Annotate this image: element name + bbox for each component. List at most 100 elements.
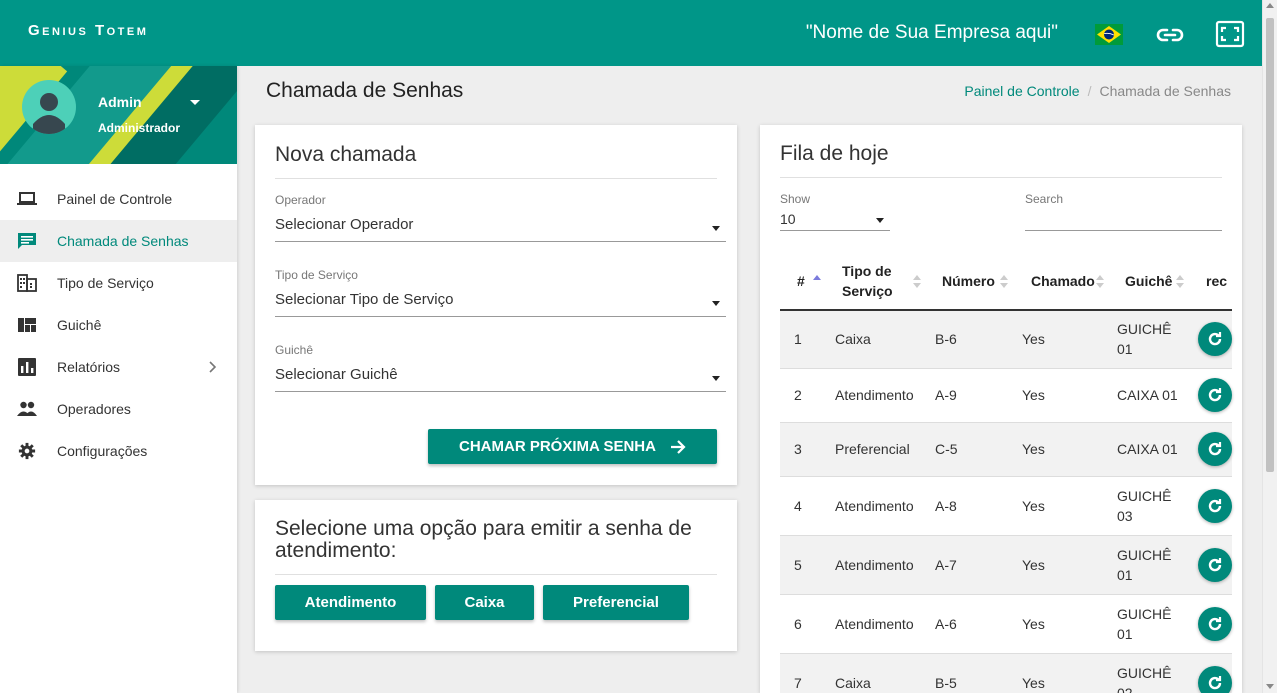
table-cell: GUICHÊ 01	[1108, 310, 1188, 369]
column-header-guiche[interactable]: Guichê	[1108, 253, 1188, 311]
brazil-flag-icon[interactable]	[1095, 24, 1123, 45]
column-header-tipo-servico[interactable]: Tipo de Serviço	[825, 253, 925, 311]
recall-button[interactable]	[1198, 665, 1232, 693]
user-menu-caret-icon[interactable]	[190, 100, 200, 105]
avatar[interactable]	[22, 80, 76, 134]
breadcrumb-current: Chamada de Senhas	[1099, 83, 1231, 99]
sidebar-item-label: Guichê	[57, 317, 102, 333]
scroll-up-arrow-icon[interactable]	[1266, 3, 1274, 8]
operador-select[interactable]: Selecionar Operador	[275, 216, 726, 242]
show-entries-select[interactable]: 10	[780, 211, 890, 231]
emitir-preferencial-button[interactable]: Preferencial	[543, 585, 689, 620]
scroll-down-arrow-icon[interactable]	[1266, 684, 1274, 689]
table-cell: A-8	[925, 476, 1012, 536]
bar-chart-icon	[18, 358, 36, 376]
column-header-number[interactable]: #	[780, 253, 825, 311]
operador-select-value: Selecionar Operador	[275, 216, 414, 233]
table-cell: Yes	[1012, 310, 1108, 369]
chevron-right-icon	[209, 361, 217, 373]
table-cell	[1188, 476, 1232, 536]
table-row[interactable]: 7 Caixa B-5 Yes GUICHÊ 02	[780, 653, 1232, 693]
user-name: Admin	[98, 94, 142, 110]
table-row[interactable]: 6 Atendimento A-6 Yes GUICHÊ 01	[780, 594, 1232, 654]
guiche-label: Guichê	[275, 343, 314, 357]
chamar-proxima-senha-button[interactable]: CHAMAR PRÓXIMA SENHA	[428, 429, 717, 464]
search-input[interactable]	[1025, 211, 1222, 231]
sidebar-item-relatorios[interactable]: Relatórios	[0, 346, 237, 388]
sidebar-item-label: Relatórios	[57, 359, 121, 375]
table-row[interactable]: 5 Atendimento A-7 Yes GUICHÊ 01	[780, 535, 1232, 595]
divider	[275, 178, 717, 179]
table-row[interactable]: 3 Preferencial C-5 Yes CAIXA 01	[780, 422, 1232, 477]
sort-icon	[1096, 275, 1104, 291]
fila-title: Fila de hoje	[780, 142, 889, 165]
operador-label: Operador	[275, 193, 326, 207]
table-cell: Preferencial	[825, 422, 925, 477]
recall-button[interactable]	[1198, 547, 1232, 582]
sidebar-item-chamada[interactable]: Chamada de Senhas	[0, 220, 237, 262]
table-cell: Yes	[1012, 368, 1108, 423]
column-header-numero[interactable]: Número	[925, 253, 1012, 311]
refresh-icon	[1208, 675, 1222, 689]
sidebar-item-configuracoes[interactable]: Configurações	[0, 430, 237, 472]
refresh-icon	[1208, 442, 1222, 456]
table-cell: GUICHÊ 01	[1108, 594, 1188, 654]
arrow-right-icon	[670, 439, 686, 454]
table-cell: Yes	[1012, 476, 1108, 536]
table-cell: 5	[780, 535, 825, 595]
scroll-thumb[interactable]	[1266, 18, 1274, 472]
sort-icon	[1000, 275, 1008, 291]
table-row[interactable]: 2 Atendimento A-9 Yes CAIXA 01	[780, 368, 1232, 423]
sidebar-item-label: Tipo de Serviço	[57, 275, 154, 291]
sidebar-item-label: Painel de Controle	[57, 191, 173, 207]
caret-down-icon	[712, 376, 720, 381]
sidebar-item-tipo-servico[interactable]: Tipo de Serviço	[0, 262, 237, 304]
table-cell: 7	[780, 653, 825, 693]
table-cell: B-6	[925, 310, 1012, 369]
table-cell: GUICHÊ 01	[1108, 535, 1188, 595]
table-cell: GUICHÊ 03	[1108, 476, 1188, 536]
sidebar: Admin Administrador Painel de Controle C…	[0, 66, 237, 693]
link-icon[interactable]	[1155, 24, 1185, 46]
sidebar-item-operadores[interactable]: Operadores	[0, 388, 237, 430]
table-cell: CAIXA 01	[1108, 422, 1188, 477]
table-cell: C-5	[925, 422, 1012, 477]
tipo-servico-label: Tipo de Serviço	[275, 268, 358, 282]
recall-button[interactable]	[1198, 488, 1232, 523]
refresh-icon	[1208, 557, 1222, 571]
table-row[interactable]: 1 Caixa B-6 Yes GUICHÊ 01	[780, 310, 1232, 369]
table-cell: Caixa	[825, 310, 925, 369]
column-header-chamado[interactable]: Chamado	[1012, 253, 1108, 311]
emitir-senha-title: Selecione uma opção para emitir a senha …	[275, 517, 692, 562]
page-scrollbar[interactable]	[1262, 0, 1277, 693]
brand-logo[interactable]: Genius Totem	[28, 22, 148, 39]
guiche-select[interactable]: Selecionar Guichê	[275, 366, 726, 392]
fila-de-hoje-card: Fila de hoje Show 10 Search # Tipo de Se…	[760, 125, 1242, 693]
table-row[interactable]: 4 Atendimento A-8 Yes GUICHÊ 03	[780, 476, 1232, 536]
column-header-rec[interactable]: rec	[1188, 253, 1232, 311]
chamar-button-label: CHAMAR PRÓXIMA SENHA	[459, 438, 656, 455]
table-cell	[1188, 368, 1232, 423]
sidebar-item-guiche[interactable]: Guichê	[0, 304, 237, 346]
emitir-atendimento-button[interactable]: Atendimento	[275, 585, 426, 620]
nova-chamada-card: Nova chamada Operador Selecionar Operado…	[255, 125, 737, 485]
dashboard-grid-icon	[18, 318, 36, 332]
show-entries-value: 10	[780, 211, 796, 227]
recall-button[interactable]	[1198, 322, 1232, 357]
fullscreen-icon[interactable]	[1215, 20, 1245, 48]
table-cell: B-5	[925, 653, 1012, 693]
breadcrumb-link-painel[interactable]: Painel de Controle	[964, 83, 1079, 99]
caret-down-icon	[876, 218, 884, 223]
sidebar-item-painel[interactable]: Painel de Controle	[0, 178, 237, 220]
recall-button[interactable]	[1198, 606, 1232, 641]
recall-button[interactable]	[1198, 432, 1232, 466]
emitir-caixa-button[interactable]: Caixa	[435, 585, 534, 620]
tipo-servico-select[interactable]: Selecionar Tipo de Serviço	[275, 291, 726, 317]
recall-button[interactable]	[1198, 378, 1232, 412]
laptop-icon	[17, 192, 37, 205]
sidebar-nav: Painel de Controle Chamada de Senhas Tip…	[0, 178, 237, 472]
table-cell: Yes	[1012, 535, 1108, 595]
sort-icon	[913, 275, 921, 291]
table-cell	[1188, 422, 1232, 477]
divider	[275, 574, 717, 575]
